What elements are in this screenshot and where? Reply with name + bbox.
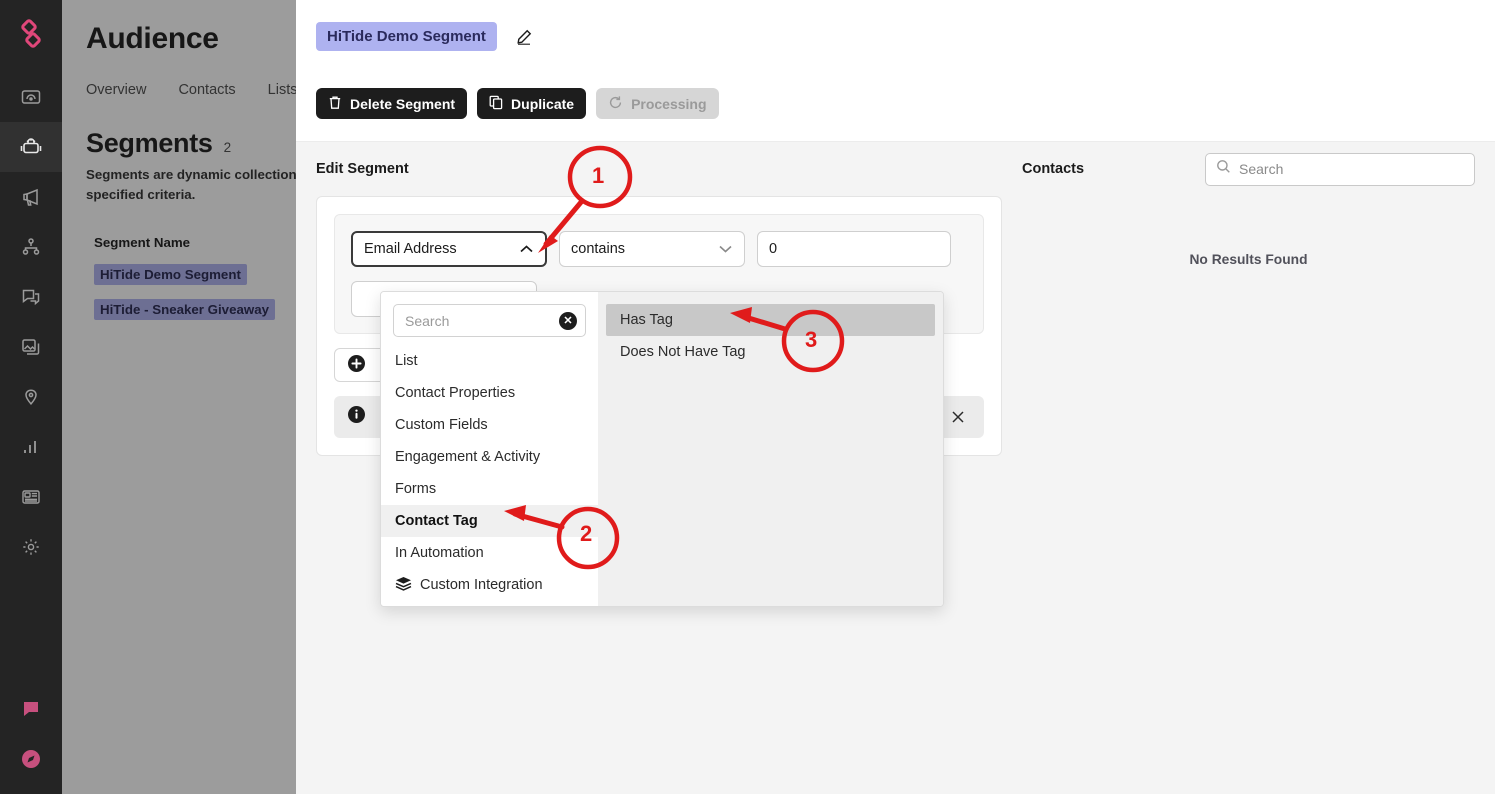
dropdown-item-contact-properties[interactable]: Contact Properties (381, 377, 598, 409)
sidebar-item-locations[interactable] (0, 372, 62, 422)
dropdown-option-does-not-have-tag[interactable]: Does Not Have Tag (606, 336, 935, 368)
dropdown-item-contact-tag[interactable]: Contact Tag (381, 505, 598, 537)
dropdown-option-label: Does Not Have Tag (620, 344, 746, 360)
edit-segment-label: Edit Segment (316, 161, 409, 177)
plus-circle-icon (347, 354, 366, 376)
dropdown-item-custom-fields[interactable]: Custom Fields (381, 409, 598, 441)
image-icon (21, 337, 41, 357)
trash-icon (328, 95, 342, 113)
contacts-search[interactable] (1205, 152, 1475, 186)
dropdown-search[interactable]: ✕ (393, 304, 586, 337)
dashboard-icon (21, 87, 41, 107)
pencil-icon[interactable] (511, 24, 537, 50)
processing-label: Processing (631, 95, 707, 112)
sidebar-item-dashboard[interactable] (0, 72, 62, 122)
chevron-down-icon (718, 242, 733, 257)
sidebar-item-automations[interactable] (0, 222, 62, 272)
dropdown-item-custom-integration[interactable]: Custom Integration (381, 569, 598, 601)
chat-bubble-icon (20, 698, 42, 725)
gear-icon (21, 537, 41, 557)
dropdown-options: Has Tag Does Not Have Tag (598, 292, 943, 606)
dropdown-option-label: Has Tag (620, 312, 673, 328)
bar-chart-icon (21, 437, 41, 457)
dropdown-search-input[interactable] (405, 312, 559, 329)
close-icon[interactable] (945, 404, 971, 430)
processing-button: Processing (596, 88, 719, 119)
sidebar-item-analytics[interactable] (0, 422, 62, 472)
contacts-title: Contacts (1022, 161, 1085, 177)
contacts-empty-message: No Results Found (1189, 252, 1308, 267)
sidebar-item-explore[interactable] (0, 736, 62, 786)
dropdown-item-label: Forms (395, 481, 437, 497)
search-icon (1216, 159, 1231, 179)
sidebar-item-messages[interactable] (0, 272, 62, 322)
value-input-value: 0 (769, 241, 778, 257)
sidebar-item-support-chat[interactable] (0, 686, 62, 736)
duplicate-button[interactable]: Duplicate (477, 88, 587, 119)
dropdown-item-label: Contact Properties (395, 385, 516, 401)
dropdown-item-label: List (395, 353, 418, 369)
field-dropdown: ✕ List Contact Properties Custom Fields (380, 291, 944, 607)
delete-segment-label: Delete Segment (350, 95, 456, 112)
location-pin-icon (21, 387, 41, 407)
contacts-panel-header: Contacts (1022, 142, 1475, 196)
sitemap-icon (21, 237, 41, 257)
segment-name-title: HiTide Demo Segment (316, 22, 497, 51)
sidebar-item-audience[interactable] (0, 122, 62, 172)
dropdown-item-list[interactable]: List (381, 345, 598, 377)
dropdown-item-label: Contact Tag (395, 513, 478, 529)
chevron-up-icon (519, 242, 534, 257)
sidebar (0, 0, 62, 794)
modal-body: Email Address contains 0 Search ✕ List C… (296, 152, 1495, 607)
value-input[interactable]: 0 (757, 231, 951, 267)
dropdown-item-label: Engagement & Activity (395, 449, 541, 465)
condition-row: Email Address contains 0 (351, 231, 967, 267)
info-icon (347, 405, 366, 429)
modal-header: HiTide Demo Segment (296, 0, 1495, 78)
edit-segment-modal: HiTide Demo Segment Delete Segment Dupli… (296, 0, 1495, 794)
copy-icon (489, 95, 503, 113)
contacts-search-input[interactable] (1239, 161, 1464, 177)
field-select[interactable]: Email Address (351, 231, 547, 267)
megaphone-icon (21, 187, 41, 207)
audience-icon (20, 137, 42, 157)
sidebar-item-content[interactable] (0, 472, 62, 522)
dropdown-item-label: In Automation (395, 545, 484, 561)
sidebar-item-media[interactable] (0, 322, 62, 372)
contacts-panel: Contacts No Results Found (1002, 152, 1475, 456)
logo-icon[interactable] (11, 14, 51, 54)
article-icon (21, 487, 41, 507)
chat-icon (21, 287, 41, 307)
dropdown-option-has-tag[interactable]: Has Tag (606, 304, 935, 336)
operator-select[interactable]: contains (559, 231, 745, 267)
dropdown-item-in-automation[interactable]: In Automation (381, 537, 598, 569)
sidebar-item-settings[interactable] (0, 522, 62, 572)
refresh-icon (608, 95, 623, 113)
segment-builder: Email Address contains 0 Search ✕ List C… (316, 196, 1002, 607)
operator-select-value: contains (571, 241, 626, 257)
dropdown-item-engagement-activity[interactable]: Engagement & Activity (381, 441, 598, 473)
modal-toolbar: Delete Segment Duplicate Processing (296, 78, 1495, 142)
compass-icon (20, 748, 42, 775)
dropdown-categories: ✕ List Contact Properties Custom Fields (381, 292, 598, 606)
field-select-value: Email Address (364, 241, 457, 257)
duplicate-label: Duplicate (511, 95, 575, 112)
dropdown-item-forms[interactable]: Forms (381, 473, 598, 505)
dropdown-item-label: Custom Integration (420, 577, 543, 593)
clear-circle-icon[interactable]: ✕ (559, 311, 577, 330)
sidebar-item-campaigns[interactable] (0, 172, 62, 222)
layers-icon (395, 576, 412, 595)
delete-segment-button[interactable]: Delete Segment (316, 88, 468, 119)
dropdown-item-label: Custom Fields (395, 417, 488, 433)
